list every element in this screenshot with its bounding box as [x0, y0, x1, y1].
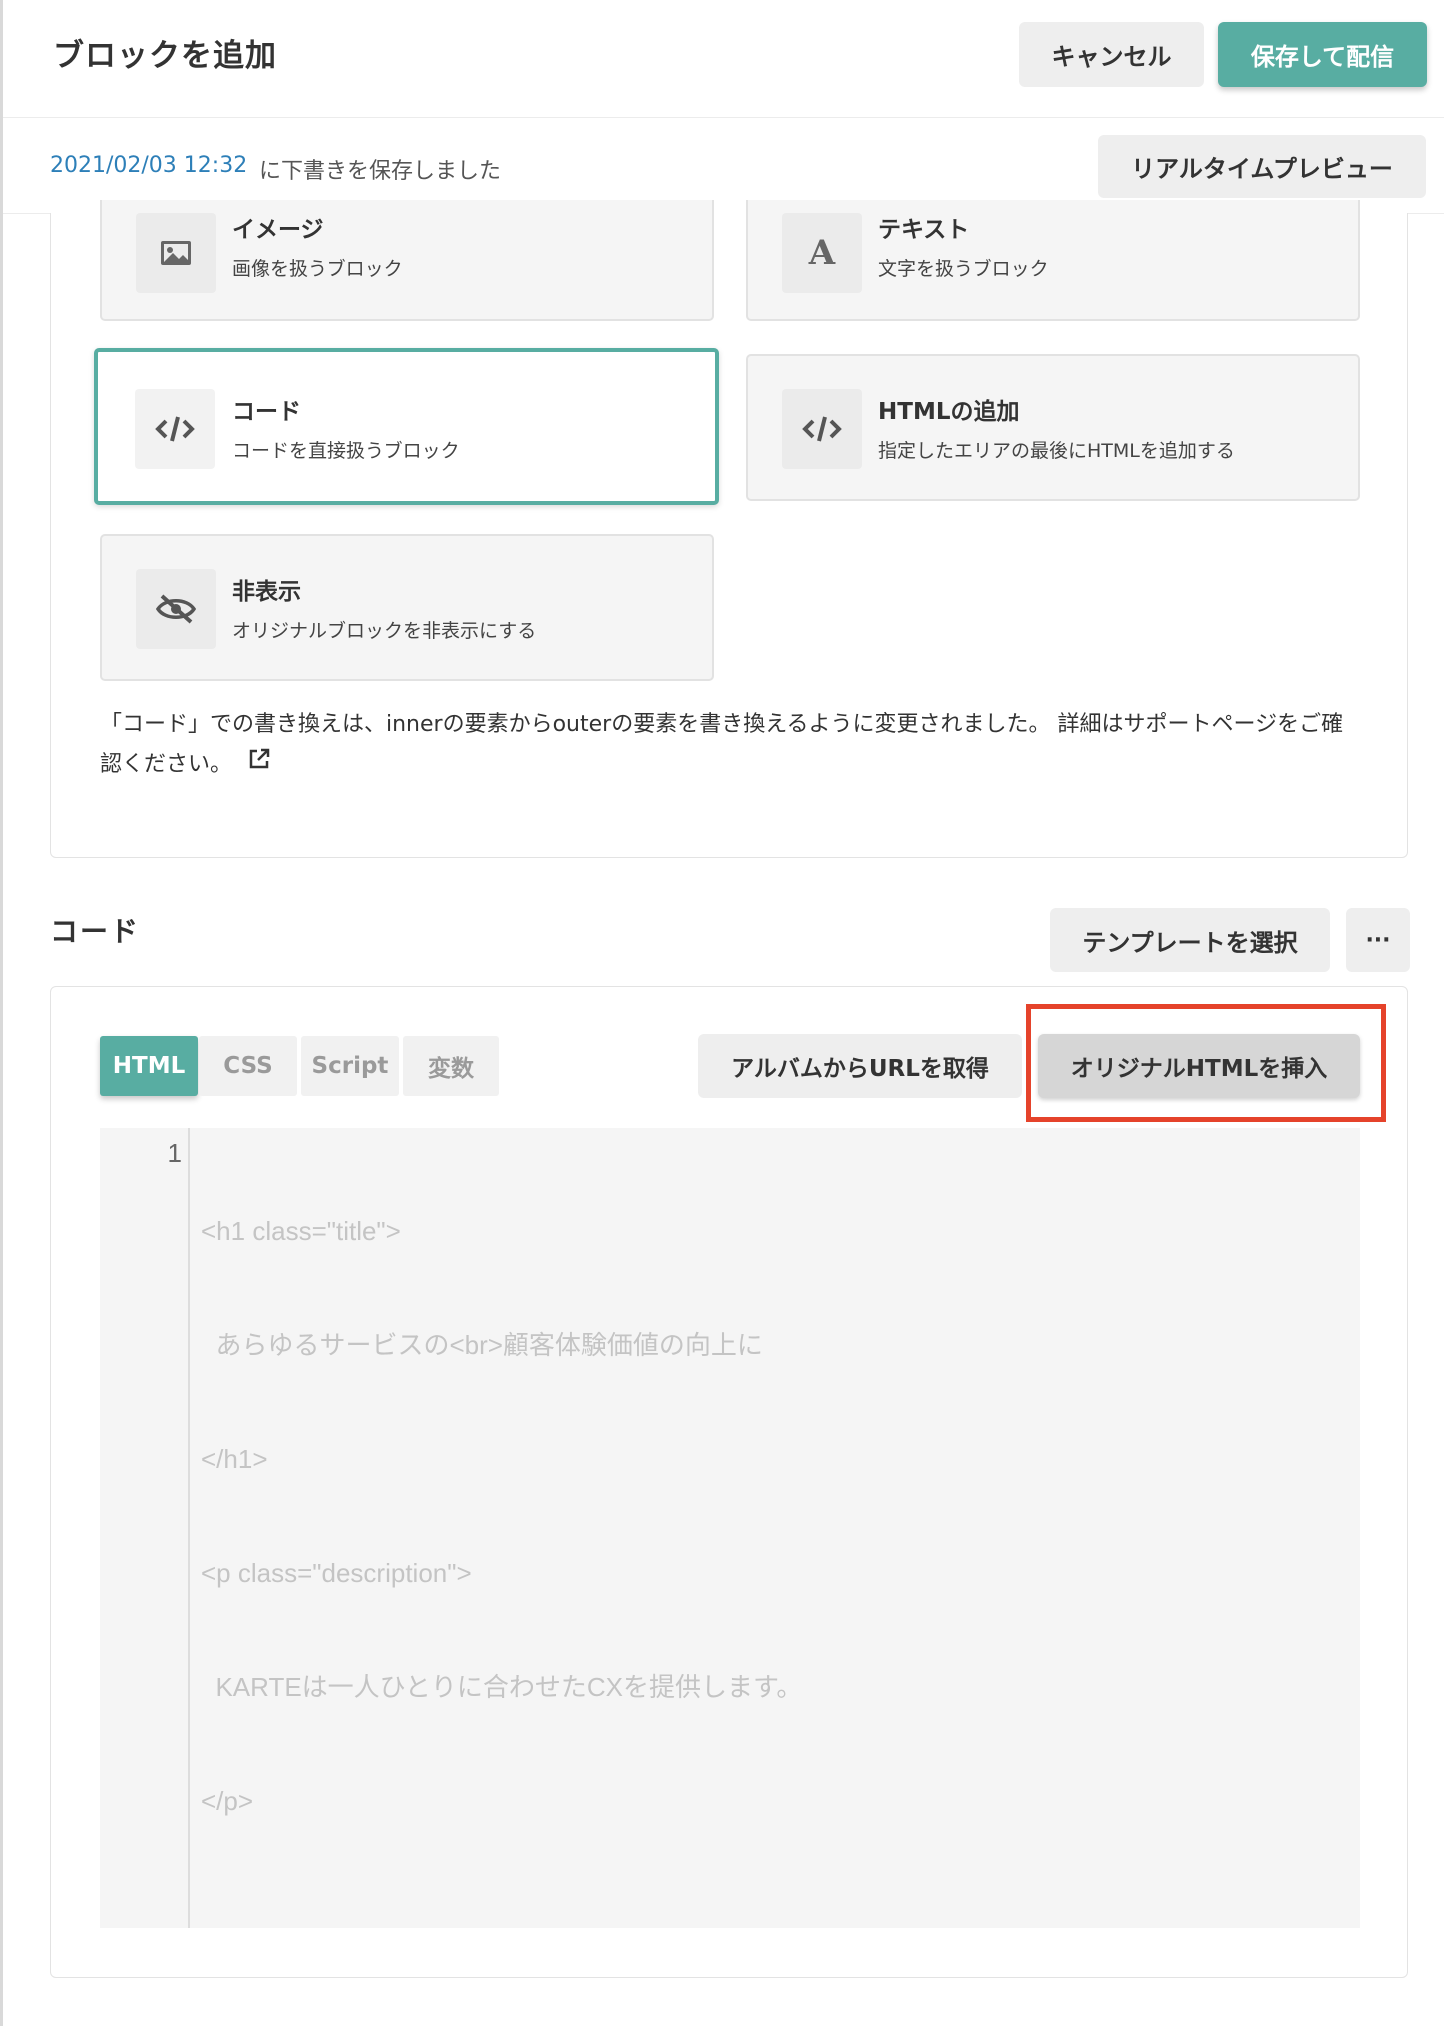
code-editor[interactable]: 1 <h1 class="title"> あらゆるサービスの<br>顧客体験価値… — [100, 1128, 1360, 1928]
saved-timestamp-link[interactable]: 2021/02/03 12:32 — [50, 153, 247, 178]
saved-message: に下書きを保存しました — [259, 159, 502, 184]
more-options-button[interactable]: ··· — [1346, 908, 1410, 972]
eye-off-icon — [136, 569, 216, 649]
block-card-title: コード — [232, 399, 301, 425]
code-icon — [782, 389, 862, 469]
block-card-text[interactable]: A テキスト 文字を扱うブロック — [746, 200, 1360, 321]
text-a-icon: A — [782, 213, 862, 293]
block-card-html-append[interactable]: HTMLの追加 指定したエリアの最後にHTMLを追加する — [746, 354, 1360, 501]
tab-html[interactable]: HTML — [100, 1036, 198, 1096]
header-bar: ブロックを追加 キャンセル 保存して配信 — [3, 0, 1444, 118]
code-line: </p> — [201, 1786, 254, 1816]
block-card-description: 指定したエリアの最後にHTMLを追加する — [878, 440, 1235, 462]
code-section-title: コード — [50, 915, 141, 948]
select-template-button[interactable]: テンプレートを選択 — [1050, 908, 1330, 972]
page-edge — [0, 0, 3, 2026]
code-placeholder: <h1 class="title"> あらゆるサービスの<br>顧客体験価値の向… — [201, 1136, 802, 1896]
notice-message: 「コード」での書き換えは、innerの要素からouterの要素を書き換えるように… — [100, 712, 1344, 777]
block-card-hide[interactable]: 非表示 オリジナルブロックを非表示にする — [100, 534, 714, 681]
line-number: 1 — [167, 1138, 182, 1168]
block-card-title: テキスト — [878, 217, 970, 243]
notice-text: 「コード」での書き換えは、innerの要素からouterの要素を書き換えるように… — [100, 705, 1350, 785]
code-line: </h1> — [201, 1444, 268, 1474]
tab-variables[interactable]: 変数 — [403, 1036, 499, 1096]
block-card-code[interactable]: コード コードを直接扱うブロック — [94, 348, 719, 505]
block-card-description: 画像を扱うブロック — [232, 258, 403, 280]
block-card-title: HTMLの追加 — [878, 399, 1020, 425]
code-line: <p class="description"> — [201, 1558, 472, 1588]
block-card-description: 文字を扱うブロック — [878, 258, 1049, 280]
block-card-title: 非表示 — [232, 579, 301, 605]
block-card-image[interactable]: イメージ 画像を扱うブロック — [100, 200, 714, 321]
external-link-icon[interactable] — [247, 745, 271, 785]
block-card-description: オリジナルブロックを非表示にする — [232, 620, 537, 642]
save-publish-button[interactable]: 保存して配信 — [1218, 22, 1427, 87]
line-number-gutter: 1 — [100, 1128, 190, 1928]
code-line: <h1 class="title"> — [201, 1216, 401, 1246]
highlight-annotation-box — [1026, 1004, 1386, 1122]
block-card-description: コードを直接扱うブロック — [232, 440, 460, 462]
page-title: ブロックを追加 — [53, 38, 277, 74]
code-line: KARTEは一人ひとりに合わせたCXを提供します。 — [201, 1672, 803, 1702]
get-url-from-album-button[interactable]: アルバムからURLを取得 — [698, 1034, 1022, 1098]
block-card-title: イメージ — [232, 217, 324, 243]
realtime-preview-button[interactable]: リアルタイムプレビュー — [1098, 135, 1426, 198]
image-icon — [136, 213, 216, 293]
cancel-button[interactable]: キャンセル — [1019, 22, 1204, 87]
code-icon — [135, 389, 215, 469]
tab-css[interactable]: CSS — [199, 1036, 297, 1096]
code-line: あらゆるサービスの<br>顧客体験価値の向上に — [201, 1330, 763, 1360]
tab-script[interactable]: Script — [301, 1036, 399, 1096]
